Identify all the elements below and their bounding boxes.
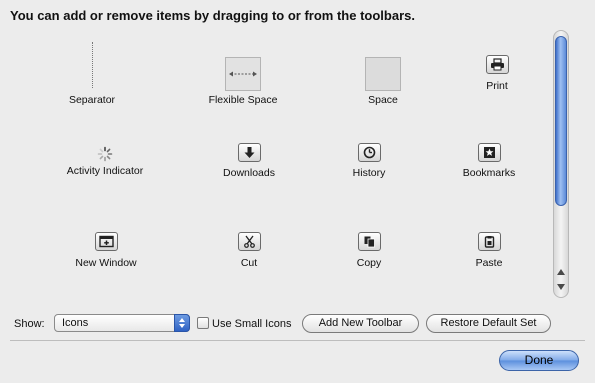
item-label: History [352,167,386,179]
clock-icon [357,143,381,162]
item-label: Downloads [223,167,275,179]
item-label: Space [368,94,398,106]
clipboard-icon [477,232,501,251]
divider [10,340,585,341]
item-label: Activity Indicator [66,165,144,177]
item-label: New Window [75,257,137,269]
show-popup-menu[interactable]: Icons [54,314,190,332]
show-popup-value: Icons [62,317,89,329]
toolbar-item-palette: Separator Flexible Space Space Print Act… [0,0,550,300]
copy-icon [357,232,381,251]
item-label: Print [486,80,508,92]
add-new-toolbar-button[interactable]: Add New Toolbar [302,314,419,333]
item-label: Copy [356,257,382,269]
scroll-down-arrow-icon[interactable] [557,284,565,290]
space-icon [365,57,401,91]
item-activity-indicator[interactable]: Activity Indicator [50,146,160,177]
item-new-window[interactable]: New Window [51,232,161,269]
bookmark-star-icon [477,143,501,162]
separator-icon [91,42,93,88]
item-downloads[interactable]: Downloads [194,143,304,179]
item-bookmarks[interactable]: Bookmarks [434,143,544,179]
item-label: Flexible Space [208,94,278,106]
item-flexible-space[interactable]: Flexible Space [188,57,298,106]
item-space[interactable]: Space [328,57,438,106]
scrollbar-thumb[interactable] [555,36,567,206]
item-label: Separator [68,94,116,106]
item-label: Bookmarks [462,167,516,179]
flexible-space-icon [225,57,261,91]
item-label: Cut [240,257,258,269]
restore-default-set-button[interactable]: Restore Default Set [426,314,551,333]
show-label: Show: [14,318,45,330]
item-copy[interactable]: Copy [314,232,424,269]
item-paste[interactable]: Paste [434,232,544,269]
new-window-icon [94,232,118,251]
done-button[interactable]: Done [499,350,579,371]
item-print[interactable]: Print [442,55,552,92]
item-cut[interactable]: Cut [194,232,304,269]
use-small-icons-label[interactable]: Use Small Icons [212,318,291,330]
scroll-up-arrow-icon[interactable] [557,269,565,275]
item-label: Paste [475,257,503,269]
scissors-icon [237,232,261,251]
item-history[interactable]: History [314,143,424,179]
popup-arrows-icon [174,314,190,332]
use-small-icons-checkbox[interactable] [197,317,209,329]
download-arrow-icon [237,143,261,162]
spinner-icon [97,146,113,162]
vertical-scrollbar[interactable] [553,30,569,298]
item-separator[interactable]: Separator [37,42,147,106]
printer-icon [485,55,509,74]
